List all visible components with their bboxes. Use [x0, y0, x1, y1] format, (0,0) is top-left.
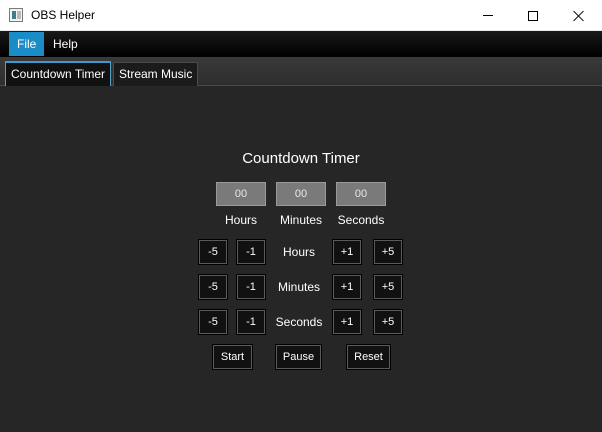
seconds-plus5-button[interactable]: +5: [373, 309, 403, 335]
menu-help[interactable]: Help: [45, 32, 86, 56]
hours-plus1-button[interactable]: +1: [332, 239, 362, 265]
hours-field[interactable]: 00: [216, 182, 266, 206]
hours-plus5-button[interactable]: +5: [373, 239, 403, 265]
seconds-minus5-button[interactable]: -5: [198, 309, 228, 335]
tab-countdown-timer[interactable]: Countdown Timer: [5, 61, 112, 86]
minutes-row-label: Minutes: [277, 280, 321, 294]
pause-button[interactable]: Pause: [275, 344, 322, 370]
minutes-field-label: Minutes: [279, 213, 323, 227]
panel-heading: Countdown Timer: [242, 150, 360, 167]
maximize-button[interactable]: [510, 0, 556, 31]
seconds-field[interactable]: 00: [336, 182, 386, 206]
hours-minus5-button[interactable]: -5: [198, 239, 228, 265]
menu-bar: File Help: [0, 31, 602, 57]
minutes-field[interactable]: 00: [276, 182, 326, 206]
minimize-icon: [483, 15, 493, 16]
seconds-plus1-button[interactable]: +1: [332, 309, 362, 335]
hours-field-label: Hours: [224, 213, 257, 227]
app-icon: [9, 8, 23, 22]
seconds-minus1-button[interactable]: -1: [236, 309, 266, 335]
seconds-field-label: Seconds: [337, 213, 385, 227]
hours-row-label: Hours: [282, 245, 315, 259]
maximize-icon: [528, 10, 538, 21]
reset-button[interactable]: Reset: [346, 344, 391, 370]
window-title: OBS Helper: [31, 8, 96, 22]
minutes-plus5-button[interactable]: +5: [373, 274, 403, 300]
minutes-minus1-button[interactable]: -1: [236, 274, 266, 300]
menu-file[interactable]: File: [9, 32, 45, 56]
title-bar: OBS Helper: [0, 0, 602, 31]
minutes-plus1-button[interactable]: +1: [332, 274, 362, 300]
start-button[interactable]: Start: [212, 344, 253, 370]
minutes-minus5-button[interactable]: -5: [198, 274, 228, 300]
tab-strip: Countdown Timer Stream Music: [0, 57, 602, 86]
hours-minus1-button[interactable]: -1: [236, 239, 266, 265]
countdown-timer-panel: Countdown Timer 00 00 00 Hours Minutes S…: [0, 86, 602, 432]
minimize-button[interactable]: [465, 0, 511, 31]
close-icon: [573, 10, 585, 22]
seconds-row-label: Seconds: [275, 315, 323, 329]
close-button[interactable]: [556, 0, 602, 31]
tab-stream-music[interactable]: Stream Music: [113, 62, 199, 86]
